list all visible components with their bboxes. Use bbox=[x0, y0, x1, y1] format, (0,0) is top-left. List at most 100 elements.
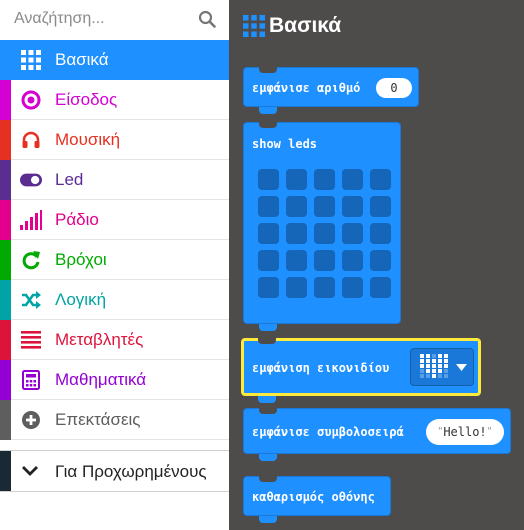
led-cell[interactable] bbox=[370, 169, 391, 190]
show-icon-block[interactable]: εμφάνιση εικονιδίου bbox=[241, 338, 481, 403]
string-input[interactable]: "Hello!" bbox=[426, 419, 504, 445]
led-cell[interactable] bbox=[342, 169, 363, 190]
search-input[interactable] bbox=[6, 4, 196, 34]
led-cell[interactable] bbox=[286, 196, 307, 217]
dropdown-arrow-icon bbox=[456, 364, 467, 371]
category-input[interactable]: Είσοδος bbox=[0, 80, 229, 120]
led-cell[interactable] bbox=[286, 169, 307, 190]
show-leds-block[interactable]: show leds bbox=[243, 122, 401, 331]
flyout-header: Βασικά bbox=[243, 12, 341, 40]
led-cell[interactable] bbox=[286, 223, 307, 244]
target-icon bbox=[20, 89, 42, 111]
block-notch bbox=[259, 122, 277, 128]
advanced-toggle[interactable]: Για Προχωρημένους bbox=[0, 450, 229, 492]
led-cell[interactable] bbox=[286, 277, 307, 298]
category-label: Λογική bbox=[55, 290, 107, 309]
search-icon[interactable] bbox=[198, 10, 216, 28]
category-color-stripe bbox=[0, 451, 11, 491]
category-label: Μαθηματικά bbox=[55, 370, 147, 389]
led-cell[interactable] bbox=[258, 250, 279, 271]
category-label: Βρόχοι bbox=[55, 250, 107, 269]
category-color-stripe bbox=[0, 320, 11, 360]
category-label: Ράδιο bbox=[55, 210, 99, 229]
led-cell[interactable] bbox=[286, 250, 307, 271]
block-label: εμφάνισε αριθμό bbox=[252, 81, 361, 95]
plus-circle-icon bbox=[20, 409, 42, 431]
category-music[interactable]: Μουσική bbox=[0, 120, 229, 160]
toggle-icon bbox=[20, 169, 42, 191]
clear-screen-block[interactable]: καθαρισμός οθόνης bbox=[243, 476, 391, 523]
icon-dropdown[interactable] bbox=[410, 348, 474, 386]
led-cell[interactable] bbox=[342, 196, 363, 217]
show-number-block[interactable]: εμφάνισε αριθμό 0 bbox=[243, 67, 419, 114]
list-icon bbox=[20, 329, 42, 351]
led-cell[interactable] bbox=[314, 223, 335, 244]
category-radio[interactable]: Ράδιο bbox=[0, 200, 229, 240]
category-label: Led bbox=[55, 170, 84, 189]
block-notch bbox=[259, 408, 277, 414]
category-led[interactable]: Led bbox=[0, 160, 229, 200]
signal-icon bbox=[20, 209, 42, 231]
led-cell[interactable] bbox=[370, 223, 391, 244]
led-cell[interactable] bbox=[258, 169, 279, 190]
category-color-stripe bbox=[0, 40, 11, 80]
block-tab bbox=[259, 324, 277, 331]
block-label: καθαρισμός οθόνης bbox=[252, 490, 375, 504]
grid-icon bbox=[243, 15, 265, 37]
category-math[interactable]: Μαθηματικά bbox=[0, 360, 229, 400]
category-label: Μουσική bbox=[55, 130, 121, 149]
category-color-stripe bbox=[0, 240, 11, 280]
flyout-title: Βασικά bbox=[269, 14, 342, 37]
category-logic[interactable]: Λογική bbox=[0, 280, 229, 320]
block-tab bbox=[259, 516, 277, 523]
led-cell[interactable] bbox=[342, 223, 363, 244]
category-color-stripe bbox=[0, 80, 11, 120]
block-tab bbox=[259, 454, 277, 461]
shuffle-icon bbox=[20, 289, 42, 311]
grid-icon bbox=[20, 49, 42, 71]
led-cell[interactable] bbox=[314, 196, 335, 217]
led-cell[interactable] bbox=[370, 250, 391, 271]
category-label: Μεταβλητές bbox=[55, 330, 144, 349]
led-cell[interactable] bbox=[258, 277, 279, 298]
category-color-stripe bbox=[0, 200, 11, 240]
number-input[interactable]: 0 bbox=[376, 78, 412, 98]
led-cell[interactable] bbox=[370, 277, 391, 298]
category-color-stripe bbox=[0, 360, 11, 400]
led-cell[interactable] bbox=[314, 250, 335, 271]
block-label: show leds bbox=[252, 137, 318, 151]
block-tab bbox=[258, 396, 276, 403]
show-string-block[interactable]: εμφάνισε συμβολοσειρά "Hello!" bbox=[243, 408, 511, 461]
string-value: Hello! bbox=[443, 425, 487, 439]
led-cell[interactable] bbox=[370, 196, 391, 217]
headphones-icon bbox=[20, 129, 42, 151]
led-cell[interactable] bbox=[314, 169, 335, 190]
led-cell[interactable] bbox=[258, 223, 279, 244]
close-quote-glyph: " bbox=[486, 426, 493, 437]
block-notch bbox=[259, 476, 277, 482]
category-label: Βασικά bbox=[55, 50, 109, 69]
led-cell[interactable] bbox=[314, 277, 335, 298]
heart-icon bbox=[420, 354, 448, 378]
category-loops[interactable]: Βρόχοι bbox=[0, 240, 229, 280]
category-color-stripe bbox=[0, 400, 11, 440]
loop-arrow-icon bbox=[20, 249, 42, 271]
led-cell[interactable] bbox=[342, 277, 363, 298]
category-color-stripe bbox=[0, 160, 11, 200]
led-cell[interactable] bbox=[258, 196, 279, 217]
category-basic[interactable]: Βασικά bbox=[0, 40, 229, 80]
category-label: Επεκτάσεις bbox=[55, 410, 141, 429]
block-flyout: Βασικά εμφάνισε αριθμό 0 show leds εμφάν… bbox=[229, 0, 524, 530]
search-bar bbox=[0, 0, 229, 40]
led-cell[interactable] bbox=[342, 250, 363, 271]
block-label: εμφάνισε συμβολοσειρά bbox=[252, 425, 404, 439]
block-tab bbox=[259, 107, 277, 114]
category-color-stripe bbox=[0, 280, 11, 320]
category-variables[interactable]: Μεταβλητές bbox=[0, 320, 229, 360]
block-label: εμφάνιση εικονιδίου bbox=[252, 361, 390, 375]
chevron-down-icon bbox=[20, 461, 42, 483]
calculator-icon bbox=[20, 369, 42, 391]
block-notch bbox=[259, 67, 277, 73]
category-label: Είσοδος bbox=[55, 90, 118, 109]
category-extensions[interactable]: Επεκτάσεις bbox=[0, 400, 229, 440]
